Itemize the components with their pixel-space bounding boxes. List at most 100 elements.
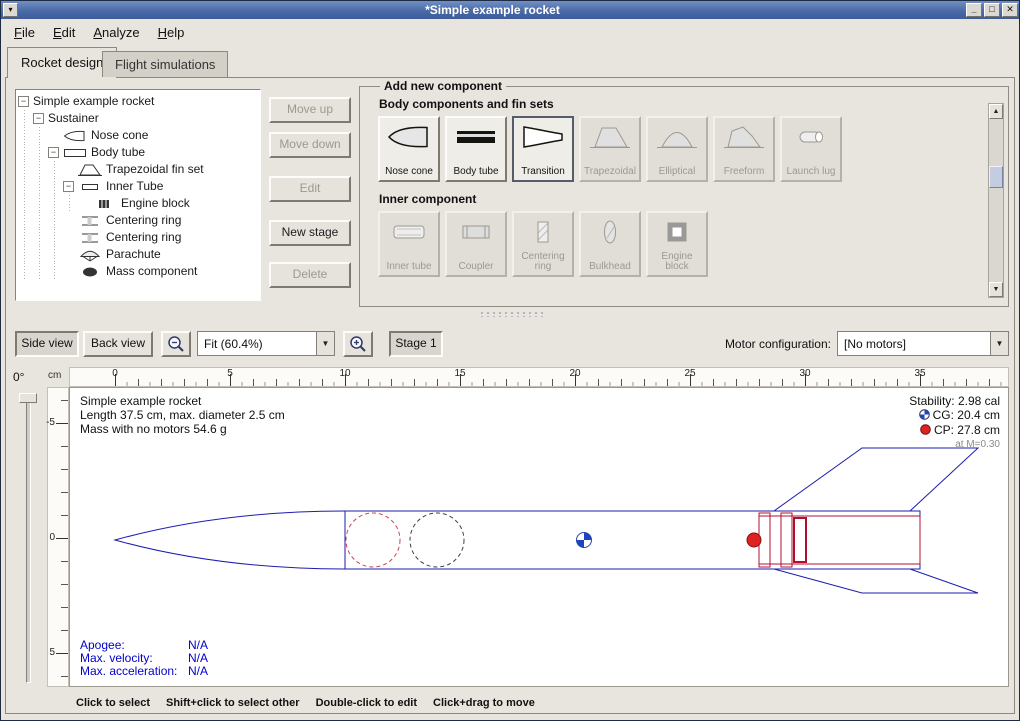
tree-item-body-tube[interactable]: − Body tube [18, 144, 258, 161]
centering-ring-button[interactable]: Centering ring [512, 211, 574, 277]
tree-item-label: Body tube [91, 144, 145, 161]
tree-item-label: Centering ring [106, 212, 181, 229]
max-velocity-value: N/A [188, 651, 208, 665]
zoom-out-button[interactable] [161, 331, 191, 357]
elliptical-fin-button[interactable]: Elliptical [646, 116, 708, 182]
component-tree[interactable]: − Simple example rocket − Sustainer Nose… [15, 89, 261, 301]
statusbar-hints: Click to select Shift+click to select ot… [76, 697, 535, 709]
tree-item-rocket[interactable]: − Simple example rocket [18, 93, 258, 110]
transition-button[interactable]: Transition [512, 116, 574, 182]
inner-components-row: Inner tube Coupler Centering ring Bulkhe… [378, 211, 988, 277]
rocket-mass: Mass with no motors 54.6 g [80, 422, 285, 436]
tree-item-inner-tube[interactable]: − Inner Tube [18, 178, 258, 195]
tree-item-centering-ring[interactable]: Centering ring [18, 229, 258, 246]
collapse-handle-icon[interactable]: − [63, 181, 74, 192]
horizontal-ruler: 0 5 10 15 20 25 30 35 [69, 367, 1009, 387]
trapezoidal-fin-icon [588, 123, 632, 154]
rocket-diagram-canvas[interactable]: Simple example rocket Length 37.5 cm, ma… [69, 387, 1009, 687]
button-label: Centering ring [515, 252, 571, 272]
rotation-slider[interactable] [26, 393, 31, 683]
motor-configuration-value: [No motors] [838, 337, 990, 351]
window-menu-icon[interactable]: ▾ [3, 3, 18, 17]
tree-item-sustainer[interactable]: − Sustainer [18, 110, 258, 127]
delete-button[interactable]: Delete [269, 262, 351, 288]
launch-lug-button[interactable]: Launch lug [780, 116, 842, 182]
tree-item-label: Inner Tube [106, 178, 163, 195]
tree-item-label: Parachute [106, 246, 161, 263]
side-view-button[interactable]: Side view [15, 331, 79, 357]
maximize-button[interactable]: □ [984, 3, 1000, 17]
mass-dashed-outline [410, 513, 464, 567]
body-components-row: Nose cone Body tube Transition Trapezoid… [378, 116, 988, 182]
mass-component-icon [78, 265, 102, 279]
menu-file[interactable]: File [5, 21, 44, 44]
scroll-up-button[interactable]: ▲ [989, 104, 1003, 119]
scrollbar-thumb[interactable] [989, 166, 1003, 188]
menu-analyze[interactable]: Analyze [84, 21, 148, 44]
button-label: Nose cone [385, 167, 433, 177]
ruler-tick-label: 35 [910, 368, 930, 379]
tree-item-label: Centering ring [106, 229, 181, 246]
menu-edit[interactable]: Edit [44, 21, 84, 44]
tree-item-nose-cone[interactable]: Nose cone [18, 127, 258, 144]
inner-tube-button[interactable]: Inner tube [378, 211, 440, 277]
close-button[interactable]: ✕ [1002, 3, 1018, 17]
collapse-handle-icon[interactable]: − [18, 96, 29, 107]
motor-configuration-label: Motor configuration: [691, 337, 831, 351]
dropdown-arrow-icon[interactable]: ▼ [316, 332, 334, 355]
trapezoidal-fin-button[interactable]: Trapezoidal [579, 116, 641, 182]
engine-block-icon [93, 197, 117, 211]
component-scrollbar[interactable]: ▲ ▼ [988, 103, 1004, 298]
freeform-fin-button[interactable]: Freeform [713, 116, 775, 182]
tree-item-parachute[interactable]: Parachute [18, 246, 258, 263]
tab-flight-simulations[interactable]: Flight simulations [102, 51, 228, 77]
bulkhead-icon [588, 218, 632, 249]
inner-tube-icon [78, 180, 102, 194]
rotation-slider-thumb[interactable] [19, 393, 37, 403]
button-label: Body tube [453, 167, 498, 177]
minimize-button[interactable]: _ [966, 3, 982, 17]
stage-1-toggle[interactable]: Stage 1 [389, 331, 443, 357]
tree-item-fin-set[interactable]: Trapezoidal fin set [18, 161, 258, 178]
dropdown-arrow-icon[interactable]: ▼ [990, 332, 1008, 355]
move-up-button[interactable]: Move up [269, 97, 351, 123]
motor-configuration-select[interactable]: [No motors] ▼ [837, 331, 1009, 356]
nose-cone-button[interactable]: Nose cone [378, 116, 440, 182]
tree-item-engine-block[interactable]: Engine block [18, 195, 258, 212]
parachute-icon [78, 248, 102, 262]
coupler-icon [454, 218, 498, 249]
button-label: Bulkhead [589, 262, 631, 272]
rocket-info: Simple example rocket Length 37.5 cm, ma… [80, 394, 285, 436]
zoom-in-button[interactable] [343, 331, 373, 357]
move-down-button[interactable]: Move down [269, 132, 351, 158]
launch-lug-icon [789, 123, 833, 154]
tree-item-label: Nose cone [91, 127, 148, 144]
split-pane-divider[interactable] [479, 311, 543, 317]
button-label: Freeform [724, 167, 765, 177]
stability-info: Stability: 2.98 cal CG: 20.4 cm CP: 27.8… [909, 394, 1000, 452]
rotation-angle-label: 0° [13, 370, 24, 384]
engine-block-button[interactable]: Engine block [646, 211, 708, 277]
freeform-fin-icon [722, 123, 766, 154]
apogee-value: N/A [188, 638, 208, 652]
cg-value: CG: 20.4 cm [933, 408, 1000, 422]
menu-help[interactable]: Help [149, 21, 194, 44]
scroll-down-button[interactable]: ▼ [989, 282, 1003, 297]
ruler-tick-label: 30 [795, 368, 815, 379]
bulkhead-button[interactable]: Bulkhead [579, 211, 641, 277]
collapse-handle-icon[interactable]: − [48, 147, 59, 158]
new-stage-button[interactable]: New stage [269, 220, 351, 246]
coupler-button[interactable]: Coupler [445, 211, 507, 277]
zoom-level-select[interactable]: Fit (60.4%) ▼ [197, 331, 335, 356]
button-label: Engine block [649, 252, 705, 272]
engine-block-icon [655, 218, 699, 249]
tree-item-mass-component[interactable]: Mass component [18, 263, 258, 280]
edit-button[interactable]: Edit [269, 176, 351, 202]
body-tube-button[interactable]: Body tube [445, 116, 507, 182]
tree-item-centering-ring[interactable]: Centering ring [18, 212, 258, 229]
back-view-button[interactable]: Back view [83, 331, 153, 357]
rocket-dimensions: Length 37.5 cm, max. diameter 2.5 cm [80, 408, 285, 422]
ruler-tick-label: 0 [49, 532, 55, 543]
tab-rocket-design[interactable]: Rocket design [7, 47, 117, 78]
collapse-handle-icon[interactable]: − [33, 113, 44, 124]
